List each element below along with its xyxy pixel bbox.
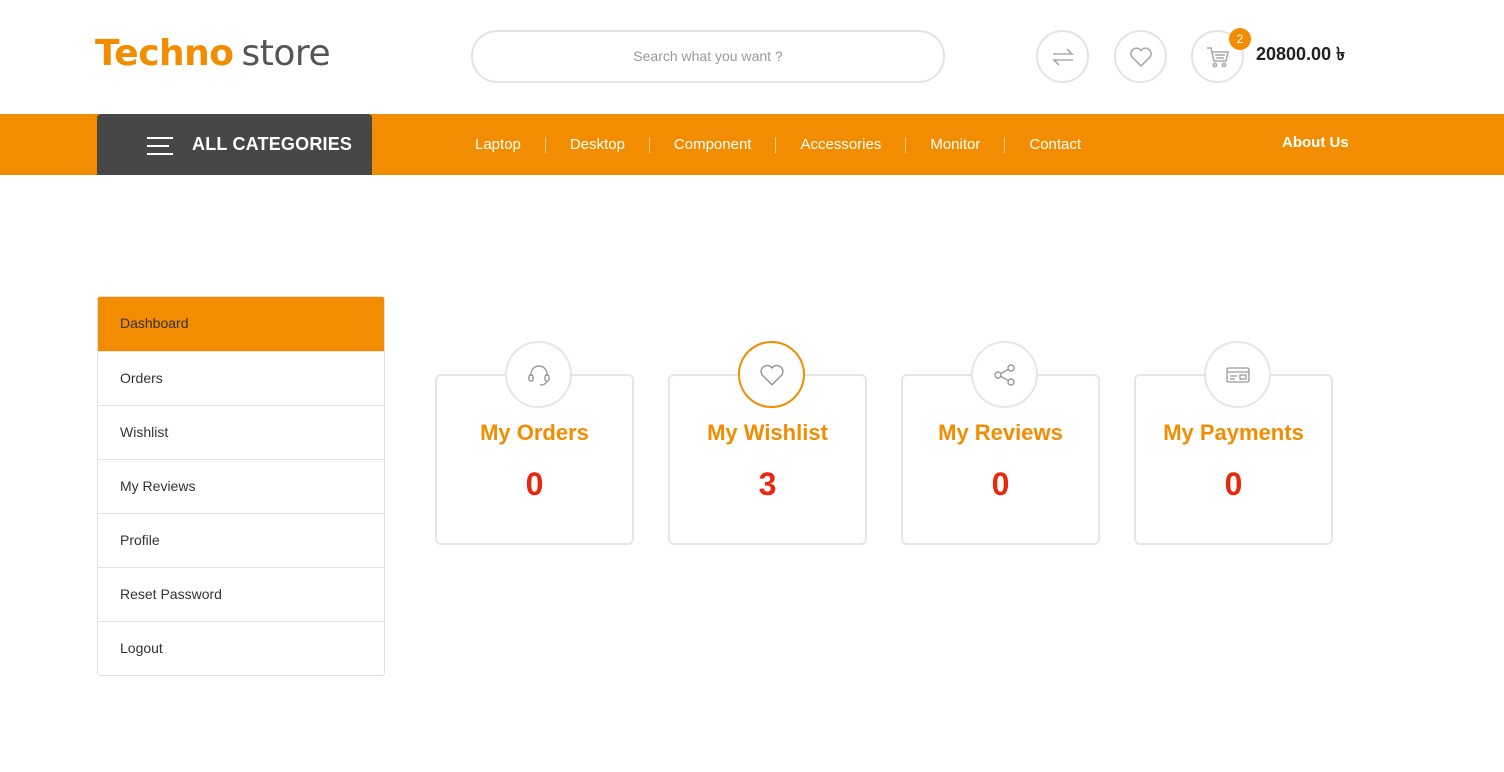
compare-button[interactable] (1036, 30, 1089, 83)
account-sidebar: Dashboard Orders Wishlist My Reviews Pro… (97, 296, 385, 676)
sidebar-item-reset-password[interactable]: Reset Password (98, 567, 384, 621)
nav-link-monitor[interactable]: Monitor (905, 136, 1004, 153)
all-categories-button[interactable]: ALL CATEGORIES (97, 114, 372, 175)
orders-card-title: My Orders (480, 420, 589, 445)
reviews-card-icon-wrap (971, 341, 1038, 408)
all-categories-label: ALL CATEGORIES (192, 134, 353, 154)
sidebar-item-orders[interactable]: Orders (98, 351, 384, 405)
site-header: Techno store Search what you want ? 2 208… (0, 0, 1504, 114)
payments-card-title: My Payments (1163, 420, 1304, 445)
logo-store: store (241, 33, 331, 74)
reviews-card-count: 0 (991, 466, 1010, 502)
cart-count-badge: 2 (1229, 28, 1251, 50)
payments-card[interactable]: My Payments 0 (1134, 341, 1333, 545)
menu-icon (147, 137, 173, 155)
payments-card-icon-wrap (1204, 341, 1271, 408)
sidebar-item-wishlist[interactable]: Wishlist (98, 405, 384, 459)
wishlist-card-icon-wrap (738, 341, 805, 408)
wishlist-card-title: My Wishlist (707, 420, 828, 445)
sidebar-item-dashboard[interactable]: Dashboard (98, 297, 384, 351)
nav-link-about[interactable]: About Us (1282, 134, 1349, 151)
sidebar-item-logout[interactable]: Logout (98, 621, 384, 675)
orders-card-icon-wrap (505, 341, 572, 408)
reviews-card-title: My Reviews (938, 420, 1063, 445)
cart-icon (1206, 46, 1229, 67)
main-nav: ALL CATEGORIES Laptop Desktop Component … (0, 114, 1504, 175)
orders-card[interactable]: My Orders 0 (435, 341, 634, 545)
nav-link-component[interactable]: Component (648, 136, 776, 153)
payments-card-count: 0 (1224, 466, 1243, 502)
compare-icon (1051, 47, 1074, 66)
search-input[interactable]: Search what you want ? (471, 30, 945, 83)
heart-icon (1129, 46, 1152, 67)
nav-link-desktop[interactable]: Desktop (544, 136, 649, 153)
heart-icon (759, 364, 784, 386)
orders-card-count: 0 (525, 466, 544, 502)
nav-link-contact[interactable]: Contact (1004, 136, 1105, 153)
logo-techno: Techno (95, 33, 234, 74)
share-icon (993, 363, 1015, 386)
payment-card-icon (1225, 366, 1250, 383)
nav-link-accessories[interactable]: Accessories (775, 136, 905, 153)
headset-icon (527, 364, 550, 386)
sidebar-item-profile[interactable]: Profile (98, 513, 384, 567)
nav-link-laptop[interactable]: Laptop (451, 136, 545, 153)
wishlist-card[interactable]: My Wishlist 3 (668, 341, 867, 545)
cart-total[interactable]: 20800.00 ৳ (1256, 40, 1345, 71)
reviews-card[interactable]: My Reviews 0 (901, 341, 1100, 545)
logo[interactable]: Techno store (95, 30, 331, 78)
nav-links: Laptop Desktop Component Accessories Mon… (451, 114, 1105, 175)
wishlist-button[interactable] (1114, 30, 1167, 83)
wishlist-card-count: 3 (758, 466, 777, 502)
sidebar-item-my-reviews[interactable]: My Reviews (98, 459, 384, 513)
